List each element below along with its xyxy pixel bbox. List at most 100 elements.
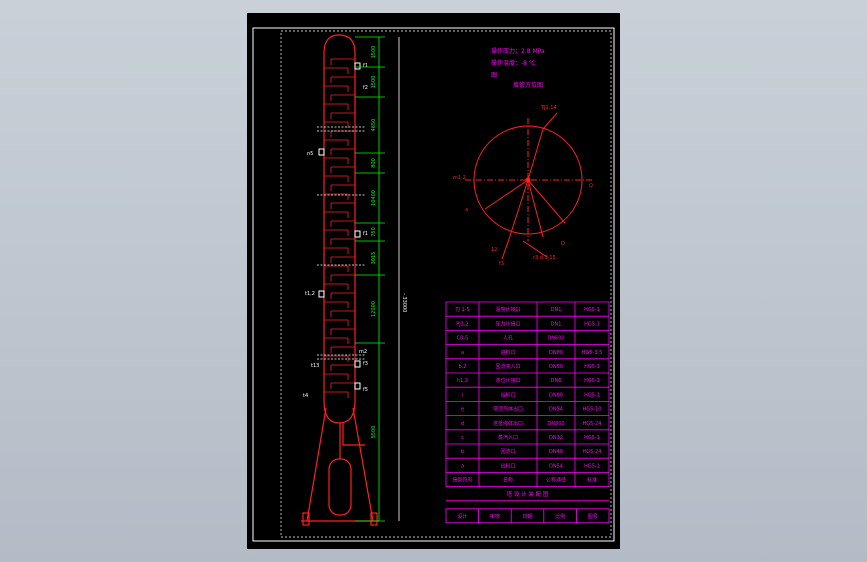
orientation-label: TJ1,14	[540, 105, 557, 111]
table-cell: HG5-1	[584, 463, 600, 469]
orientation-label: 12	[491, 247, 497, 253]
orientation-label: a	[465, 207, 468, 213]
table-cell: DN600	[547, 336, 564, 342]
note-3: 图	[491, 72, 497, 79]
nozzle-2	[318, 148, 325, 156]
drain-pipe	[342, 423, 365, 446]
nozzle-1	[354, 62, 361, 70]
reboiler-drum	[328, 458, 352, 516]
title-block-cell: 图号	[588, 514, 598, 520]
table-cell: DN54	[549, 463, 563, 469]
nozzle-schedule-table: TJ 1-5 温度计接口 DN1 HG5-1 PJ1,2 压力计接口 DN1 HG5-1 C0-…	[445, 301, 610, 524]
nozzle-label: n5	[307, 151, 313, 157]
note-pressure: 操作压力：2.8 MPa	[491, 47, 545, 55]
nozzle-4	[318, 290, 325, 298]
table-cell: DN1	[551, 307, 562, 313]
table-cell: HG5-24	[583, 449, 602, 455]
nozzle-label: t4	[303, 393, 308, 399]
table-cell: HG5-1	[584, 378, 600, 384]
table-cell: 塔釜液体出口	[493, 420, 523, 427]
orientation-label: D	[561, 241, 565, 247]
radial-line-3	[484, 179, 529, 210]
dim-label: 750	[371, 227, 377, 237]
design-notes: 操作压力：2.8 MPa 操作温度：-8 ℃ 图 接管方位图	[491, 47, 545, 89]
table-cell: 液位计接口	[495, 377, 520, 384]
title-block-cell: 审核	[490, 513, 500, 520]
radial-line-1	[527, 128, 544, 181]
table-cell: b,2	[459, 364, 467, 370]
distillation-column	[301, 34, 379, 526]
table-cell: HG5-3.5	[582, 350, 603, 356]
column-bottom-head	[323, 400, 356, 424]
cad-drawing: f1 f2 n5 f1 t1,2 m2 f3 t13 f5 t4 1500150…	[252, 27, 615, 542]
table-cell: DN32	[549, 435, 563, 441]
table-cell: 出料口	[500, 391, 515, 398]
table-cell: DN80	[549, 350, 563, 356]
nozzle-3	[354, 230, 361, 238]
orientation-label: r3,d,3,15	[533, 255, 556, 261]
height-dimensions: 1500 1500 4650 800 10400 750 3015 12000 5500	[355, 36, 385, 522]
table-title: 塔 设 计 装 配 图	[507, 490, 549, 498]
nozzle-label: f2	[363, 85, 368, 91]
dim-label: 1500	[371, 46, 377, 59]
table-cell: h1,2	[457, 378, 468, 384]
table-cell: 回流液入口	[495, 363, 520, 370]
table-cell: HG5-1	[584, 307, 600, 313]
overall-dim-label: - 33000	[401, 293, 407, 312]
table-cell: HG5-24	[583, 421, 602, 427]
table-cell: 接管符号	[452, 477, 472, 484]
dim-label: 3015	[371, 252, 377, 265]
table-cell: b	[461, 449, 464, 455]
dim-label: 1500	[371, 76, 377, 89]
nozzle-label: f1	[363, 231, 368, 237]
radial-line-2	[508, 179, 529, 240]
dim-label: 4650	[371, 119, 377, 132]
nozzles	[318, 62, 361, 390]
dim-label: 12000	[371, 301, 377, 317]
table-cell: HG5-10	[583, 407, 602, 413]
table-cell: DN50	[549, 364, 563, 370]
table-cell: HG5-1	[584, 321, 600, 327]
nozzle-label: f3	[363, 361, 368, 367]
orientation-label: Q	[589, 183, 593, 189]
leader-1	[542, 112, 558, 130]
table-cell: i	[462, 392, 463, 398]
nozzle-label: f1	[363, 63, 368, 69]
table-cell: DN6	[551, 378, 562, 384]
table-cell: TJ 1-5	[454, 307, 469, 313]
note-temperature: 操作温度：-8 ℃	[491, 59, 536, 67]
table-cell: HG5-1	[584, 392, 600, 398]
nozzle-5	[354, 360, 361, 368]
nozzle-label: t1,2	[305, 291, 315, 297]
table-cell: d	[461, 421, 464, 427]
table-cell: DN54	[549, 407, 563, 413]
table-cell: 温度计接口	[495, 306, 520, 313]
table-cell: e	[461, 407, 464, 413]
table-cell: 出料口	[500, 462, 515, 469]
table-cell: DN40	[549, 449, 563, 455]
tray-stack	[324, 58, 355, 398]
table-cell: 塔顶气体出口	[493, 406, 523, 413]
orientation-title: 接管方位图	[513, 81, 543, 89]
table-cell: DN1	[551, 321, 562, 327]
table-cell: 进料口	[500, 349, 515, 356]
center-mark	[525, 177, 531, 183]
table-cell: 回流口	[500, 448, 515, 455]
overall-dimension: - 33000	[398, 37, 407, 521]
table-cell: PJ1,2	[456, 321, 468, 327]
table-cell: DN80	[549, 392, 563, 398]
table-cell: C0-5	[457, 336, 469, 342]
leader-2	[501, 238, 510, 260]
table-cell: 蒸汽入口	[498, 434, 518, 441]
nozzle-label: f5	[363, 387, 368, 393]
dim-label: 800	[371, 158, 377, 168]
column-top-head	[323, 34, 356, 54]
nozzle-label: m2	[359, 349, 367, 355]
nozzle-6	[354, 382, 361, 390]
table-cell: a	[461, 463, 464, 469]
title-block-cell: 日期	[522, 514, 532, 520]
table-cell: 名称	[503, 477, 513, 484]
table-cell: 标准	[587, 477, 597, 484]
table-cell: c	[461, 435, 464, 441]
nozzle-orientation-diagram	[465, 112, 592, 260]
